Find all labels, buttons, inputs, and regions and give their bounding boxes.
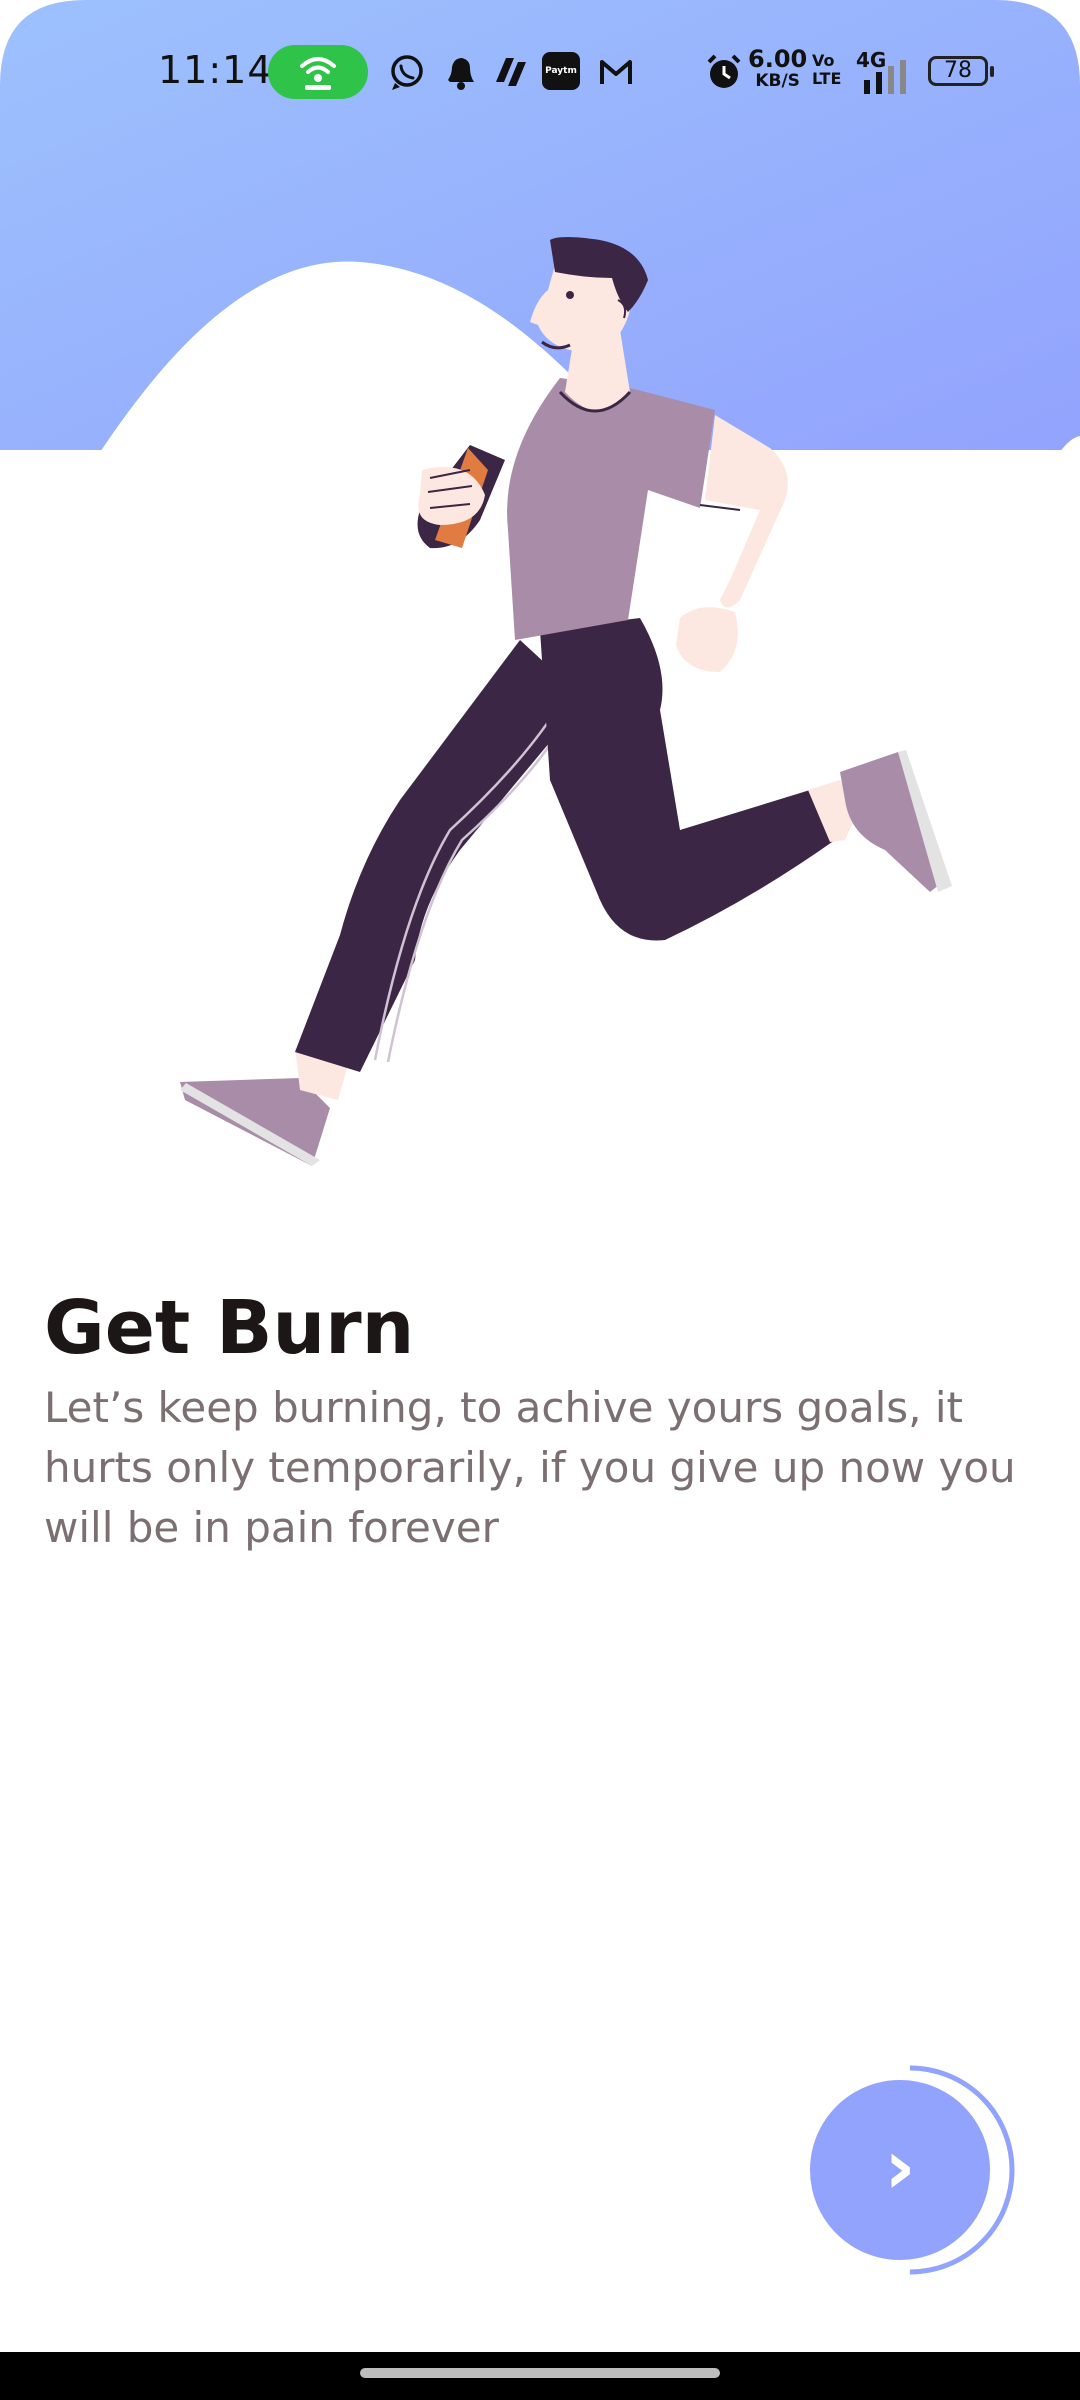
gmail-icon <box>600 60 632 84</box>
home-indicator[interactable] <box>360 2368 720 2378</box>
hotspot-icon <box>300 57 336 90</box>
hero-illustration <box>0 0 1080 1200</box>
network-speed-unit: KB/S <box>755 71 800 91</box>
alarm-icon <box>707 54 741 88</box>
whatsapp-icon <box>391 55 423 90</box>
onboarding-screen: 11:14 Paytm 6.00 KB/S Vo LTE 4G 78 Get B… <box>0 0 1080 2400</box>
stripes-app-icon <box>496 58 526 86</box>
volte-top: Vo <box>812 51 835 70</box>
signal-strength-icon <box>864 60 906 94</box>
page-description: Let’s keep burning, to achive yours goal… <box>44 1383 1016 1552</box>
navigation-bar <box>0 2352 1080 2400</box>
status-time: 11:14 <box>158 48 273 92</box>
volte-bottom: LTE <box>812 69 842 88</box>
paytm-icon: Paytm <box>542 52 580 90</box>
next-button[interactable]: › <box>800 2060 1020 2280</box>
bell-icon <box>448 58 474 90</box>
network-speed-value: 6.00 <box>748 45 808 73</box>
chevron-right-icon: › <box>884 2122 916 2211</box>
status-bar: 11:14 Paytm 6.00 KB/S Vo LTE 4G 78 <box>0 0 1080 140</box>
page-title: Get Burn <box>44 1285 415 1371</box>
hotspot-indicator[interactable] <box>268 45 368 99</box>
battery-indicator: 78 <box>928 56 994 86</box>
volte-indicator: Vo LTE <box>812 52 841 88</box>
network-speed: 6.00 KB/S <box>748 45 808 92</box>
